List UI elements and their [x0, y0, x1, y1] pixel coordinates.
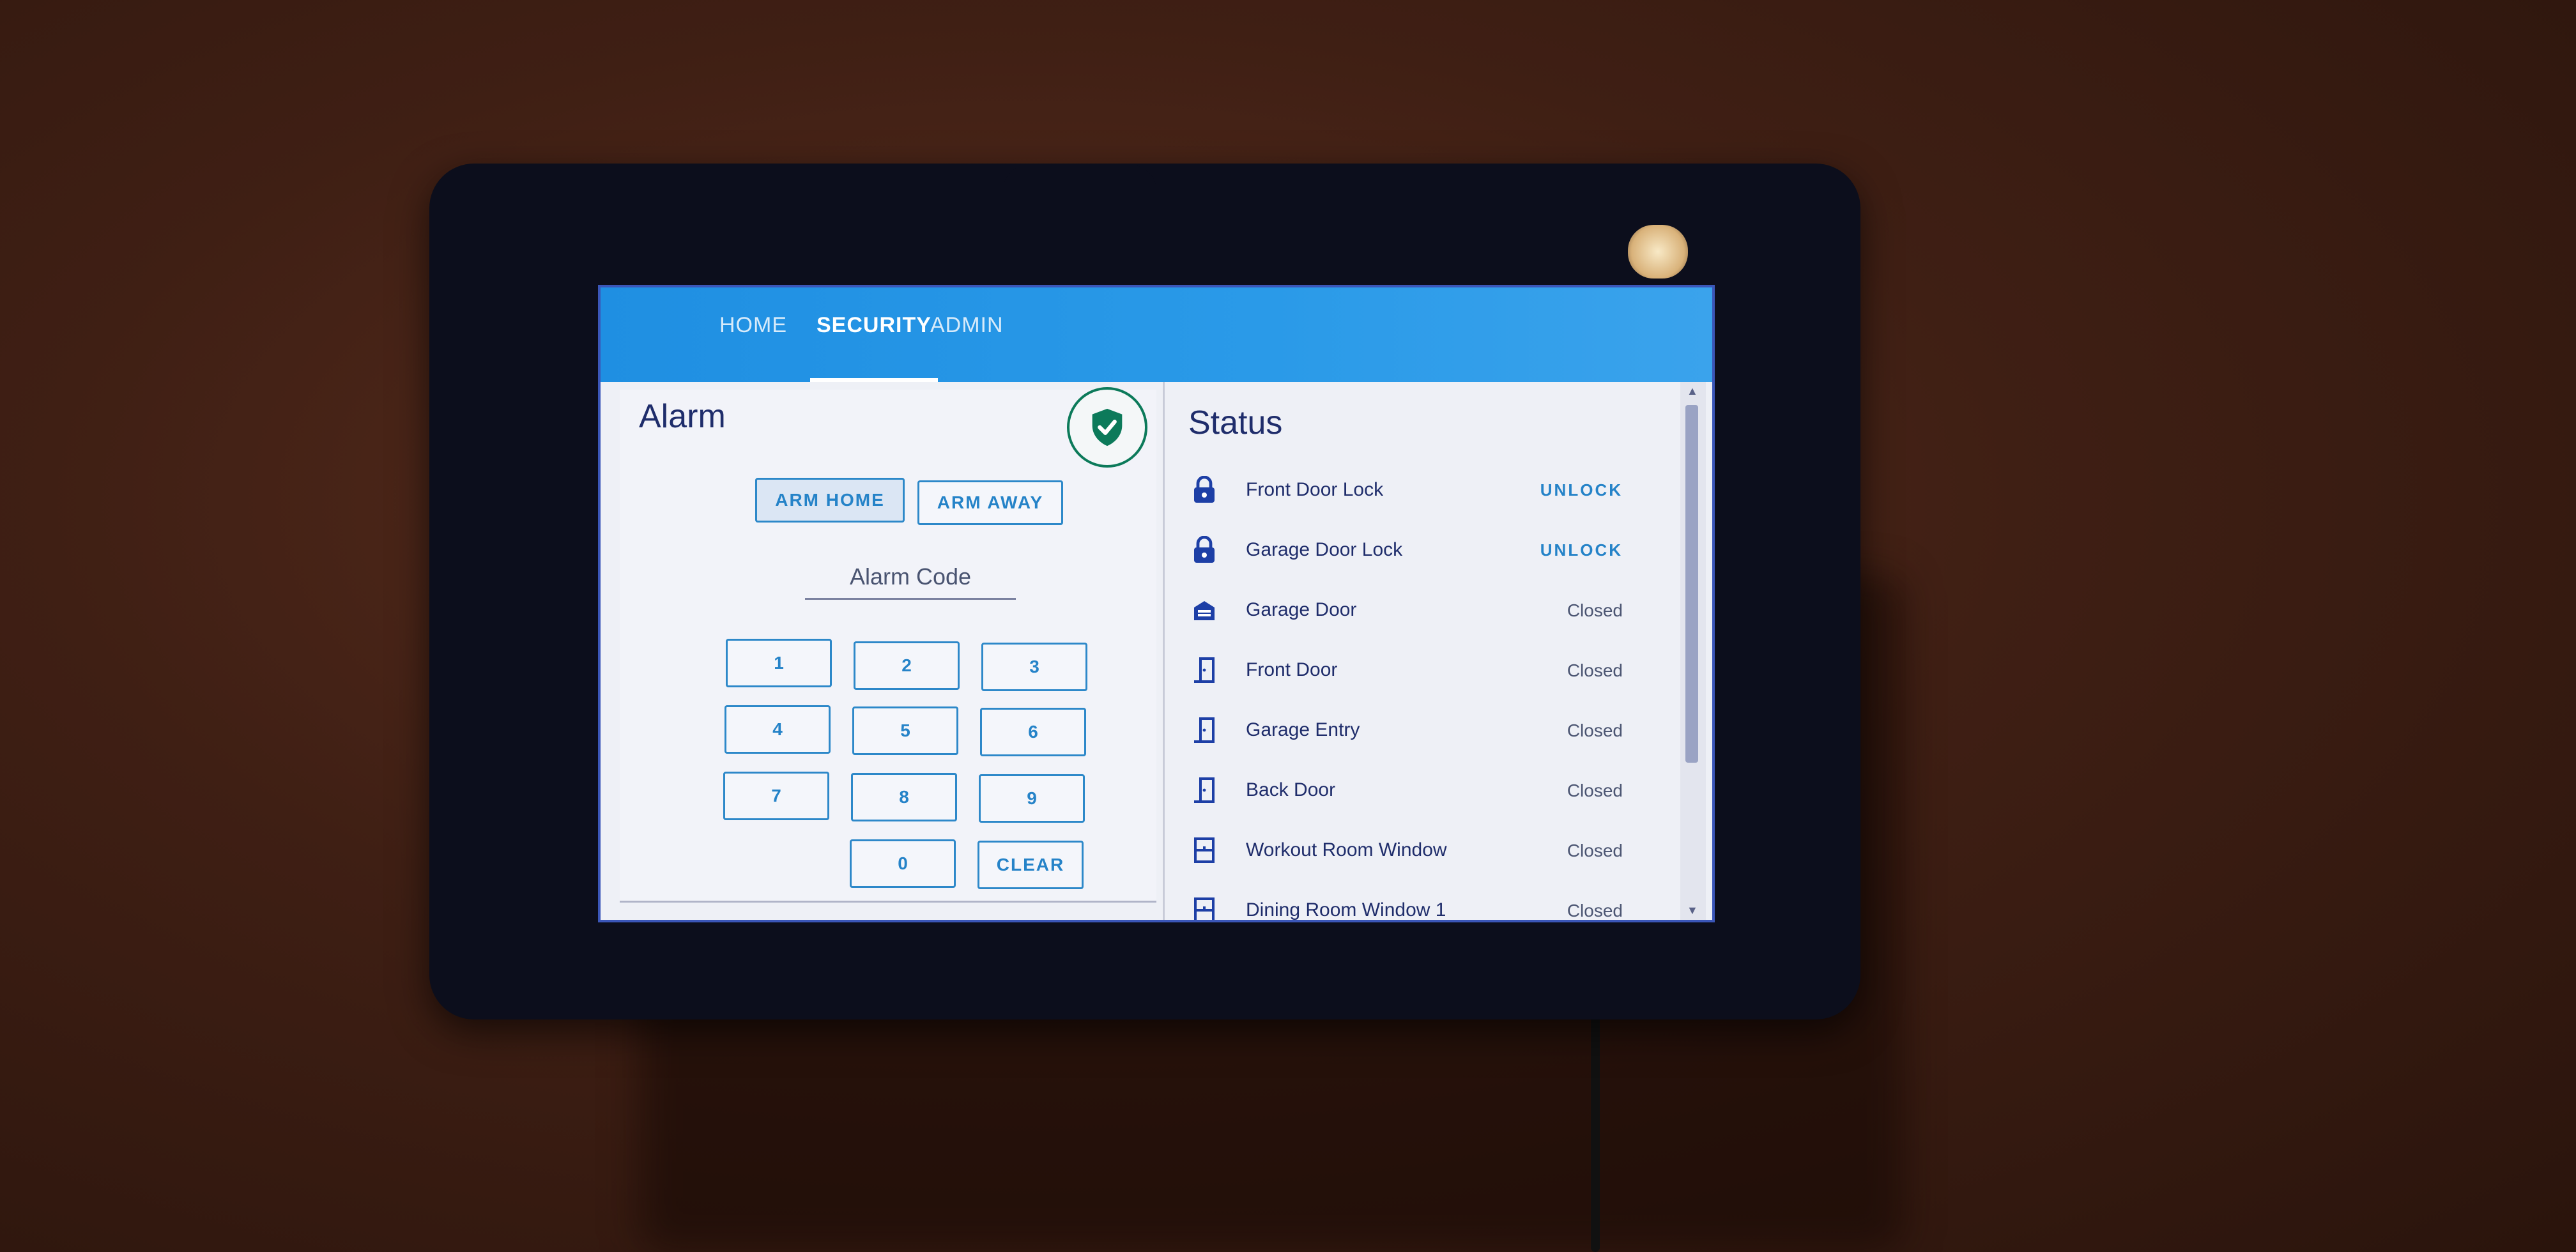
status-value: Closed: [1567, 600, 1623, 620]
tab-home-label: HOME: [719, 313, 787, 337]
status-row: Back Door Closed: [1176, 760, 1648, 820]
front-door-unlock-button[interactable]: UNLOCK: [1540, 480, 1623, 500]
lock-icon: [1188, 534, 1220, 566]
arm-away-button[interactable]: ARM AWAY: [917, 480, 1063, 525]
status-name: Garage Door Lock: [1246, 539, 1403, 560]
status-row: Garage Door Lock UNLOCK: [1176, 520, 1648, 580]
status-value: Closed: [1567, 781, 1623, 800]
alarm-code-field[interactable]: Alarm Code: [805, 563, 1016, 590]
keypad-key-7[interactable]: 7: [723, 772, 829, 820]
garage-icon: [1188, 594, 1220, 626]
keypad-key-8[interactable]: 8: [851, 773, 957, 821]
status-name: Garage Door: [1246, 599, 1357, 620]
alarm-panel: Alarm ARM HOME ARM AWAY Alarm Code 1 2 3…: [620, 387, 1156, 903]
arm-home-label: ARM HOME: [775, 490, 885, 510]
status-row: Front Door Closed: [1176, 640, 1648, 700]
status-scrollbar[interactable]: ▲ ▼: [1680, 382, 1706, 920]
scroll-down-arrow-icon[interactable]: ▼: [1687, 904, 1698, 917]
ambient-light-sensor: [1628, 225, 1688, 279]
status-value: Closed: [1567, 901, 1623, 920]
window-icon: [1188, 894, 1220, 920]
keypad-key-5[interactable]: 5: [852, 706, 958, 755]
status-value: Closed: [1567, 721, 1623, 740]
keypad-key-2[interactable]: 2: [854, 641, 960, 690]
alarm-code-underline: [805, 598, 1016, 600]
tab-home[interactable]: HOME: [719, 313, 787, 382]
keypad-key-3[interactable]: 3: [981, 643, 1087, 691]
alarm-title: Alarm: [639, 398, 726, 435]
keypad-key-0[interactable]: 0: [850, 839, 956, 888]
status-value: Closed: [1567, 841, 1623, 860]
status-value: Closed: [1567, 660, 1623, 680]
panel-divider: [1163, 382, 1165, 920]
arm-home-button[interactable]: ARM HOME: [755, 478, 905, 523]
tab-security[interactable]: SECURITY: [810, 313, 938, 382]
tab-admin-label: ADMIN: [930, 313, 1004, 337]
keypad-clear-button[interactable]: CLEAR: [977, 841, 1084, 889]
tab-admin[interactable]: ADMIN: [930, 313, 1004, 382]
status-name: Front Door: [1246, 659, 1338, 680]
active-tab-indicator: [810, 378, 938, 382]
status-row: Garage Entry Closed: [1176, 700, 1648, 760]
tab-security-label: SECURITY: [816, 313, 931, 337]
keypad-key-1[interactable]: 1: [726, 639, 832, 687]
window-icon: [1188, 834, 1220, 866]
scroll-up-arrow-icon[interactable]: ▲: [1687, 385, 1698, 398]
door-icon: [1188, 774, 1220, 806]
status-name: Garage Entry: [1246, 719, 1360, 740]
lock-icon: [1188, 474, 1220, 506]
garage-door-unlock-button[interactable]: UNLOCK: [1540, 540, 1623, 560]
keypad-key-9[interactable]: 9: [979, 774, 1085, 823]
shield-check-icon: [1067, 387, 1147, 468]
status-name: Dining Room Window 1: [1246, 899, 1446, 920]
tablet-screen: HOME SECURITY ADMIN Alarm ARM HOME ARM A…: [598, 285, 1715, 922]
status-row: Front Door Lock UNLOCK: [1176, 460, 1648, 520]
top-nav-bar: HOME SECURITY ADMIN: [601, 287, 1712, 382]
status-row: Workout Room Window Closed: [1176, 820, 1648, 880]
status-panel: Status Front Door Lock UNLOCK Garage Doo…: [1176, 390, 1648, 920]
status-row: Garage Door Closed: [1176, 580, 1648, 640]
status-name: Workout Room Window: [1246, 839, 1447, 860]
tablet-camera-bump: [1003, 165, 1156, 203]
status-name: Back Door: [1246, 779, 1336, 800]
arm-away-label: ARM AWAY: [937, 492, 1044, 512]
keypad-key-6[interactable]: 6: [980, 708, 1086, 756]
door-icon: [1188, 654, 1220, 686]
status-row: Dining Room Window 1 Closed: [1176, 880, 1648, 920]
scrollbar-thumb[interactable]: [1685, 405, 1698, 763]
keypad-key-4[interactable]: 4: [724, 705, 831, 754]
door-icon: [1188, 714, 1220, 746]
power-cable: [1591, 1009, 1600, 1252]
status-name: Front Door Lock: [1246, 479, 1384, 500]
status-title: Status: [1188, 404, 1283, 441]
